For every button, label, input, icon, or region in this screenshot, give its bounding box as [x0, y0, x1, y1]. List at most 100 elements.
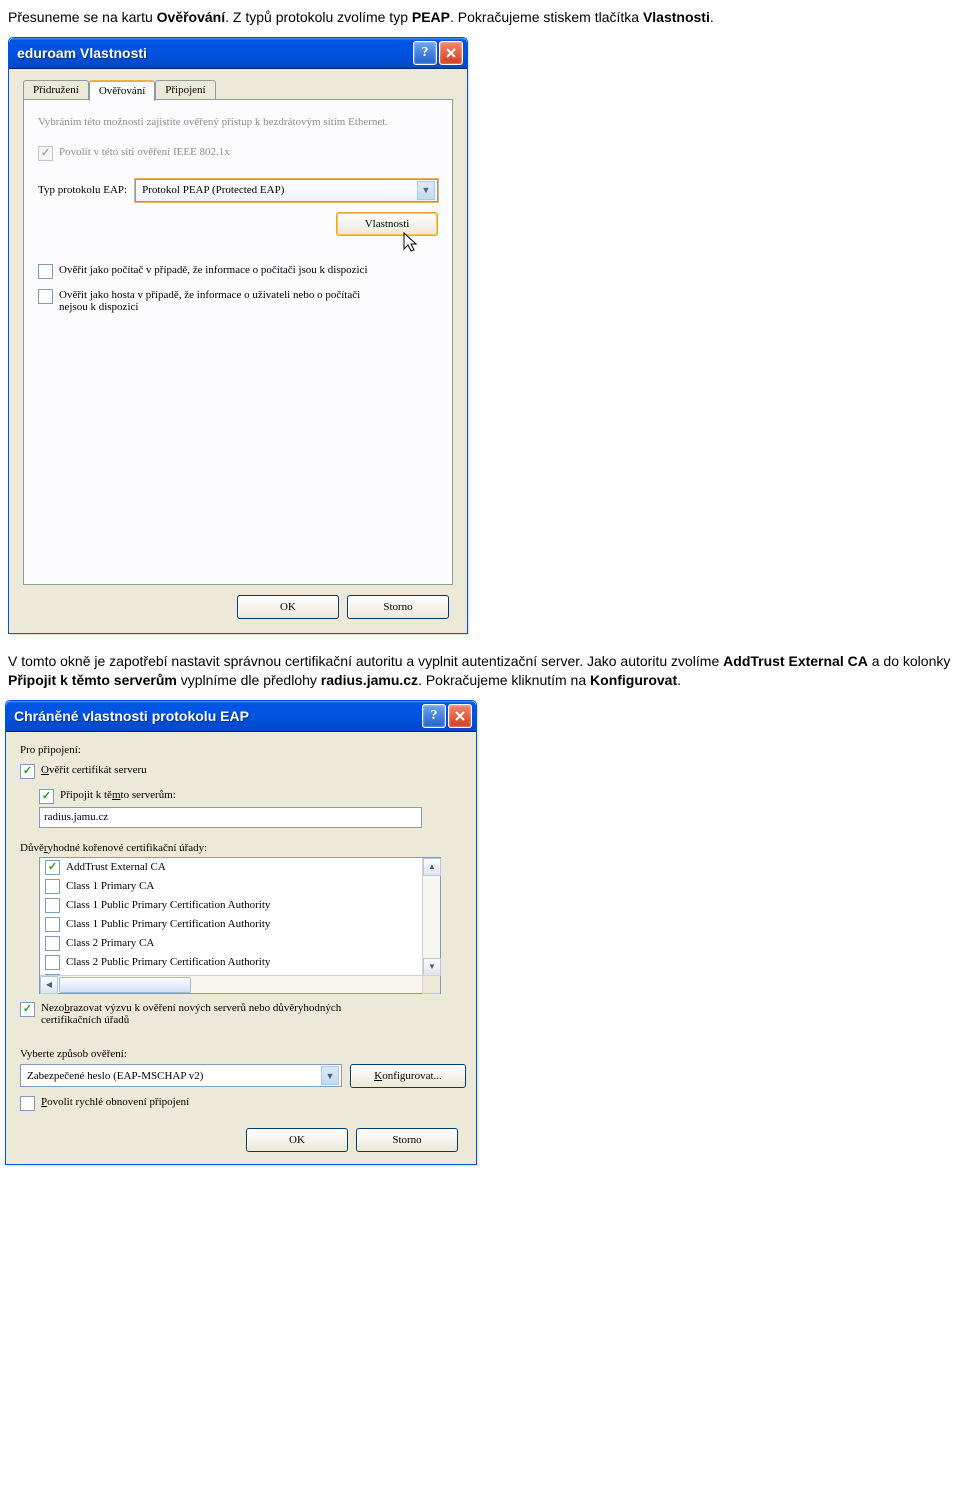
- eap-type-select[interactable]: Protokol PEAP (Protected EAP) ▼: [135, 179, 438, 202]
- checkbox-icon[interactable]: [45, 917, 60, 932]
- trusted-ca-label: Důvěryhodné kořenové certifikační úřady:: [20, 842, 462, 854]
- checkbox-icon[interactable]: [45, 936, 60, 951]
- configure-button[interactable]: Konfigurovat...: [350, 1064, 466, 1088]
- list-item[interactable]: Class 1 Primary CA: [40, 877, 440, 896]
- text: .: [677, 672, 681, 688]
- close-button[interactable]: [439, 41, 463, 65]
- checkbox-icon[interactable]: [45, 955, 60, 970]
- select-value: Zabezpečené heslo (EAP-MSCHAP v2): [27, 1070, 203, 1082]
- dialog-buttons: OK Storno: [20, 1114, 462, 1152]
- checkbox-icon[interactable]: [38, 289, 53, 304]
- chevron-down-icon: ▼: [417, 181, 435, 200]
- checkbox-icon[interactable]: [45, 860, 60, 875]
- eap-type-row: Typ protokolu EAP: Protokol PEAP (Protec…: [38, 179, 438, 202]
- cancel-button[interactable]: Storno: [356, 1128, 458, 1152]
- checkbox-connect-servers[interactable]: Připojit k těmto serverům:: [39, 789, 462, 804]
- cursor-icon: [402, 231, 420, 255]
- help-button[interactable]: ?: [422, 704, 446, 728]
- window-peap-properties: Chráněné vlastnosti protokolu EAP ? Pro …: [5, 700, 477, 1165]
- close-icon: [446, 48, 456, 58]
- instruction-paragraph-1: Přesuneme se na kartu Ověřování. Z typů …: [8, 8, 952, 27]
- checkbox-label: Nezobrazovat výzvu k ověření nových serv…: [41, 1002, 371, 1026]
- tab-connection[interactable]: Připojení: [155, 80, 215, 101]
- titlebar[interactable]: eduroam Vlastnosti ?: [9, 38, 467, 68]
- bold: radius.jamu.cz: [321, 672, 418, 688]
- tab-authentication[interactable]: Ověřování: [89, 80, 155, 101]
- eap-label: Typ protokolu EAP:: [38, 184, 127, 196]
- checkbox-icon[interactable]: [20, 1002, 35, 1017]
- horizontal-scrollbar[interactable]: ◀ ▶: [40, 975, 440, 993]
- checkbox-icon[interactable]: [45, 898, 60, 913]
- instruction-paragraph-2: V tomto okně je zapotřebí nastavit správ…: [8, 652, 952, 690]
- text: V tomto okně je zapotřebí nastavit správ…: [8, 653, 723, 669]
- select-value: Protokol PEAP (Protected EAP): [142, 184, 284, 196]
- vertical-scrollbar[interactable]: ▲ ▼: [422, 858, 440, 976]
- checkbox-icon[interactable]: [20, 764, 35, 779]
- scroll-down-icon[interactable]: ▼: [423, 958, 441, 976]
- text: a do kolonky: [868, 653, 951, 669]
- input-value: radius.jamu.cz: [44, 811, 108, 823]
- scroll-track[interactable]: [423, 876, 440, 958]
- properties-button[interactable]: Vlastnosti: [336, 212, 438, 236]
- item-label: Class 1 Public Primary Certification Aut…: [66, 899, 270, 911]
- help-button[interactable]: ?: [413, 41, 437, 65]
- titlebar[interactable]: Chráněné vlastnosti protokolu EAP ?: [6, 701, 476, 731]
- checkbox-fast-reconnect[interactable]: Povolit rychlé obnovení připojení: [20, 1096, 462, 1111]
- checkbox-auth-as-computer[interactable]: Ověřit jako počítač v případě, že inform…: [38, 264, 438, 279]
- bold: Vlastnosti: [643, 9, 710, 25]
- text: Přesuneme se na kartu: [8, 9, 157, 25]
- item-label: AddTrust External CA: [66, 861, 166, 873]
- scroll-left-icon[interactable]: ◀: [40, 976, 58, 994]
- text: . Z typů protokolu zvolíme typ: [225, 9, 412, 25]
- bold: Konfigurovat: [590, 672, 677, 688]
- for-connection-label: Pro připojení:: [20, 744, 462, 756]
- auth-method-select[interactable]: Zabezpečené heslo (EAP-MSCHAP v2) ▼: [20, 1064, 342, 1087]
- ok-button[interactable]: OK: [237, 595, 339, 619]
- text: vyplníme dle předlohy: [177, 672, 321, 688]
- list-item[interactable]: Class 1 Public Primary Certification Aut…: [40, 896, 440, 915]
- list-item[interactable]: Class 1 Public Primary Certification Aut…: [40, 915, 440, 934]
- item-label: Class 2 Primary CA: [66, 937, 154, 949]
- checkbox-no-prompt[interactable]: Nezobrazovat výzvu k ověření nových serv…: [20, 1002, 462, 1026]
- window-body: Pro připojení: OOvěřit certifikát server…: [6, 731, 476, 1164]
- bold: AddTrust External CA: [723, 653, 868, 669]
- tab-association[interactable]: Přidružení: [23, 80, 89, 101]
- scroll-up-icon[interactable]: ▲: [423, 858, 441, 876]
- scroll-track[interactable]: [58, 976, 422, 993]
- close-button[interactable]: [448, 704, 472, 728]
- checkbox-label: Připojit k těmto serverům:: [60, 789, 176, 801]
- checkbox-icon: [38, 146, 53, 161]
- checkbox-icon[interactable]: [39, 789, 54, 804]
- scroll-corner: [422, 975, 440, 993]
- chevron-down-icon: ▼: [321, 1066, 339, 1085]
- ok-button[interactable]: OK: [246, 1128, 348, 1152]
- bold: Ověřování: [157, 9, 225, 25]
- checkbox-auth-as-guest[interactable]: Ověřit jako hosta v případě, že informac…: [38, 289, 438, 313]
- checkbox-icon[interactable]: [20, 1096, 35, 1111]
- close-icon: [455, 711, 465, 721]
- checkbox-label: OOvěřit certifikát serveruvěřit certifik…: [41, 764, 147, 776]
- text: . Pokračujeme kliknutím na: [418, 672, 590, 688]
- list-item[interactable]: Class 2 Primary CA: [40, 934, 440, 953]
- dialog-buttons: OK Storno: [23, 585, 453, 619]
- checkbox-icon[interactable]: [45, 879, 60, 894]
- servers-input[interactable]: radius.jamu.cz: [39, 807, 422, 828]
- scroll-thumb[interactable]: [59, 977, 191, 993]
- checkbox-icon[interactable]: [38, 264, 53, 279]
- list-rows: AddTrust External CA Class 1 Primary CA …: [40, 858, 440, 993]
- checkbox-label: Povolit v této síti ověření IEEE 802.1x: [59, 146, 230, 158]
- tab-page: Vybráním této možnosti zajistíte ověřený…: [23, 99, 453, 585]
- properties-row: Vlastnosti: [38, 212, 438, 236]
- bold: Připojit k těmto serverům: [8, 672, 177, 688]
- auth-method-label: Vyberte způsob ověření:: [20, 1048, 462, 1060]
- auth-method-row: Zabezpečené heslo (EAP-MSCHAP v2) ▼ Konf…: [20, 1064, 462, 1088]
- trusted-ca-listbox[interactable]: AddTrust External CA Class 1 Primary CA …: [39, 857, 441, 994]
- list-item[interactable]: Class 2 Public Primary Certification Aut…: [40, 953, 440, 972]
- connect-servers-block: Připojit k těmto serverům: radius.jamu.c…: [39, 789, 462, 828]
- text: . Pokračujeme stiskem tlačítka: [450, 9, 643, 25]
- cancel-button[interactable]: Storno: [347, 595, 449, 619]
- list-item[interactable]: AddTrust External CA: [40, 858, 440, 877]
- checkbox-label: Ověřit jako počítač v případě, že inform…: [59, 264, 368, 276]
- window-body: Přidružení Ověřování Připojení Vybráním …: [9, 68, 467, 633]
- checkbox-verify-cert[interactable]: OOvěřit certifikát serveruvěřit certifik…: [20, 764, 462, 779]
